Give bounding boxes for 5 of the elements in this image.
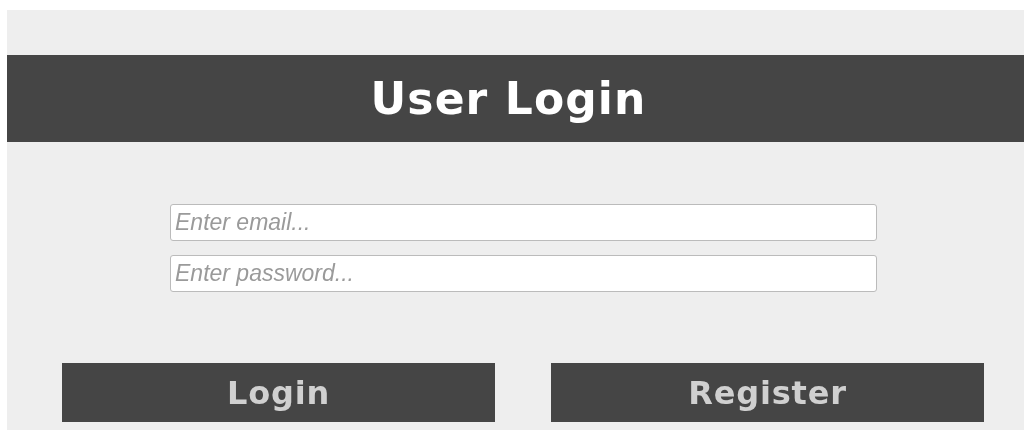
input-field[interactable]: Enter password...	[170, 255, 877, 292]
action-button[interactable]: Register	[551, 363, 984, 422]
action-button[interactable]: Login	[62, 363, 495, 422]
page-title: User Login	[370, 71, 648, 126]
input-field[interactable]: Enter email...	[170, 204, 877, 241]
